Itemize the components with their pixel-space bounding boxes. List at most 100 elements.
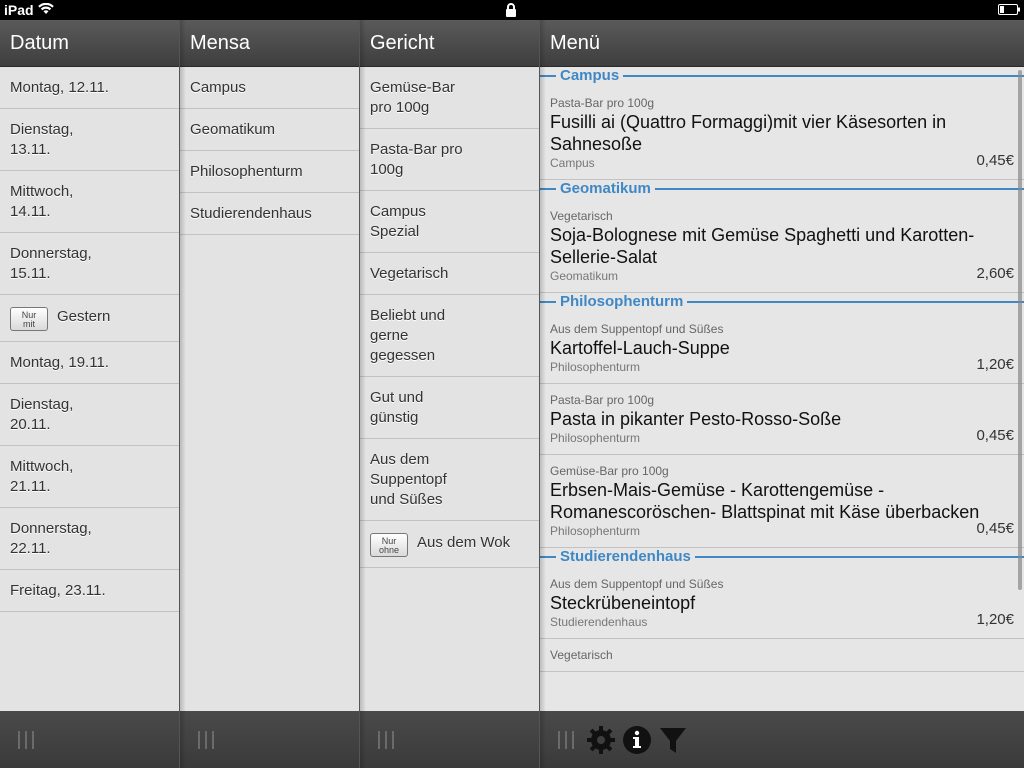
menu-item-name: Pasta in pikanter Pesto-Rosso-Soße [550,409,842,429]
list-item[interactable]: Beliebt und gerne gegessen [360,295,539,377]
list-item-label: Donnerstag, 15.11. [10,245,92,282]
list-item[interactable]: Geomatikum [180,109,359,151]
menu-item-category: Gemüse-Bar pro 100g [550,464,669,478]
menu-item-name: Kartoffel-Lauch-Suppe [550,338,730,358]
list-item[interactable]: Aus dem Suppentopf und Süßes [360,439,539,521]
list-item[interactable]: Dienstag, 13.11. [0,109,179,171]
info-icon[interactable] [622,725,652,755]
menu-item-mensa: Philosophenturm [550,431,641,445]
menu-item[interactable]: Vegetarisch Soja-Bolognese mit Gemüse Spa… [540,200,1024,293]
menu-item-mensa: Philosophenturm [550,524,641,538]
list-item-label: Philosophenturm [190,163,303,180]
menu-item-mensa: Geomatikum [550,269,619,283]
menu-item-category: Aus dem Suppentopf und Süßes [550,577,724,591]
drag-handle-icon[interactable] [558,731,574,749]
list-item[interactable]: Vegetarisch [360,253,539,295]
menu-item-mensa: Campus [550,156,595,170]
drag-handle-icon[interactable] [18,731,34,749]
datum-footer [0,711,179,768]
gear-icon[interactable] [586,725,616,755]
list-item-label: Studierendenhaus [190,205,312,222]
menu-item[interactable]: Vegetarisch [540,639,1024,672]
toolbar [586,725,694,755]
list-item-label: Aus dem Suppentopf und Süßes [370,451,447,508]
list-item-label: Freitag, 23.11. [10,582,106,599]
list-item-label: Pasta-Bar pro 100g [370,141,463,178]
section-title: Campus [556,67,624,85]
list-item[interactable]: Mittwoch, 21.11. [0,446,179,508]
menu-item[interactable]: Aus dem Suppentopf und Süßes Steckrübenei… [540,568,1024,639]
menu-item[interactable]: Pasta-Bar pro 100g Pasta in pikanter Pest… [540,384,1024,455]
menu-item-category: Vegetarisch [550,209,613,223]
datum-header: Datum [0,20,179,67]
datum-column: Datum Montag, 12.11. Dienstag, 13.11. Mittw… [0,20,179,768]
menu-item-category: Pasta-Bar pro 100g [550,393,655,407]
scrollbar[interactable] [1018,70,1022,590]
menu-item-name: Fusilli ai (Quattro Formaggi)mit vier Kä… [550,112,947,154]
menu-item-mensa: Philosophenturm [550,360,641,374]
list-item-label: Gestern [57,308,111,325]
menu-item-name: Soja-Bolognese mit Gemüse Spaghetti und … [550,225,975,267]
section-header: Geomatikum [540,180,1024,200]
list-item[interactable]: Philosophenturm [180,151,359,193]
device-label: iPad [4,2,34,18]
gericht-column: Gericht Gemüse-Bar pro 100g Pasta-Bar pro 1… [360,20,539,768]
menu-list[interactable]: Campus Pasta-Bar pro 100g Fusilli ai (Quat… [540,67,1024,672]
menu-item-category: Vegetarisch [550,648,613,662]
list-item[interactable]: Campus Spezial [360,191,539,253]
list-item[interactable]: Studierendenhaus [180,193,359,235]
drag-handle-icon[interactable] [198,731,214,749]
list-item-label: Geomatikum [190,121,276,138]
filter-toggle-button[interactable]: Nur mit [10,307,48,331]
menu-item[interactable]: Gemüse-Bar pro 100g Erbsen-Mais-Gemüse - … [540,455,1024,548]
gericht-header: Gericht [360,20,539,67]
list-item-label: Dienstag, 20.11. [10,396,74,433]
section-header: Studierendenhaus [540,548,1024,568]
filter-toggle-button[interactable]: Nur ohne [370,533,408,557]
list-item[interactable]: Gemüse-Bar pro 100g [360,67,539,129]
lock-icon [506,3,516,17]
menu-item-mensa: Studierendenhaus [550,615,648,629]
section-title: Philosophenturm [556,293,688,311]
status-bar: iPad [0,0,1024,20]
datum-list: Montag, 12.11. Dienstag, 13.11. Mittwoch, 14… [0,67,179,612]
menu-item-price: 0,45€ [976,520,1014,537]
list-item[interactable]: Pasta-Bar pro 100g [360,129,539,191]
menu-item[interactable]: Aus dem Suppentopf und Süßes Kartoffel-La… [540,313,1024,384]
drag-handle-icon[interactable] [378,731,394,749]
list-item[interactable]: Mittwoch, 14.11. [0,171,179,233]
gericht-list: Gemüse-Bar pro 100g Pasta-Bar pro 100g Campu… [360,67,539,568]
list-item[interactable]: Campus [180,67,359,109]
menu-column: Menü Campus Pasta-Bar pro 100g Fusilli ai … [540,20,1024,768]
section-title: Geomatikum [556,180,655,198]
list-item-label: Montag, 12.11. [10,79,109,96]
list-item[interactable]: Freitag, 23.11. [0,570,179,612]
list-item[interactable]: Montag, 12.11. [0,67,179,109]
wifi-icon [38,3,54,14]
list-item-label: Montag, 19.11. [10,354,109,371]
menu-item-price: 0,45€ [976,427,1014,444]
menu-item-name: Erbsen-Mais-Gemüse - Karottengemüse - Ro… [550,480,980,522]
mensa-footer [180,711,359,768]
menu-item-price: 0,45€ [976,152,1014,169]
gericht-footer [360,711,539,768]
list-item-label: Campus [190,79,246,96]
filter-icon[interactable] [658,725,688,755]
list-item[interactable]: Montag, 19.11. [0,342,179,384]
menu-item-category: Pasta-Bar pro 100g [550,96,655,110]
list-item-label: Aus dem Wok [417,534,511,551]
section-title: Studierendenhaus [556,548,695,566]
section-header: Philosophenturm [540,293,1024,313]
list-item-label: Vegetarisch [370,265,449,282]
list-item[interactable]: Nur ohne Aus dem Wok [360,521,539,568]
list-item[interactable]: Donnerstag, 15.11. [0,233,179,295]
menu-item[interactable]: Pasta-Bar pro 100g Fusilli ai (Quattro Fo… [540,87,1024,180]
section-header: Campus [540,67,1024,87]
list-item[interactable]: Donnerstag, 22.11. [0,508,179,570]
list-item[interactable]: Nur mit Gestern [0,295,179,342]
menu-item-name: Steckrübeneintopf [550,593,696,613]
menu-item-price: 2,60€ [976,265,1014,282]
list-item[interactable]: Gut und günstig [360,377,539,439]
list-item-label: Gut und günstig [370,389,424,426]
list-item[interactable]: Dienstag, 20.11. [0,384,179,446]
